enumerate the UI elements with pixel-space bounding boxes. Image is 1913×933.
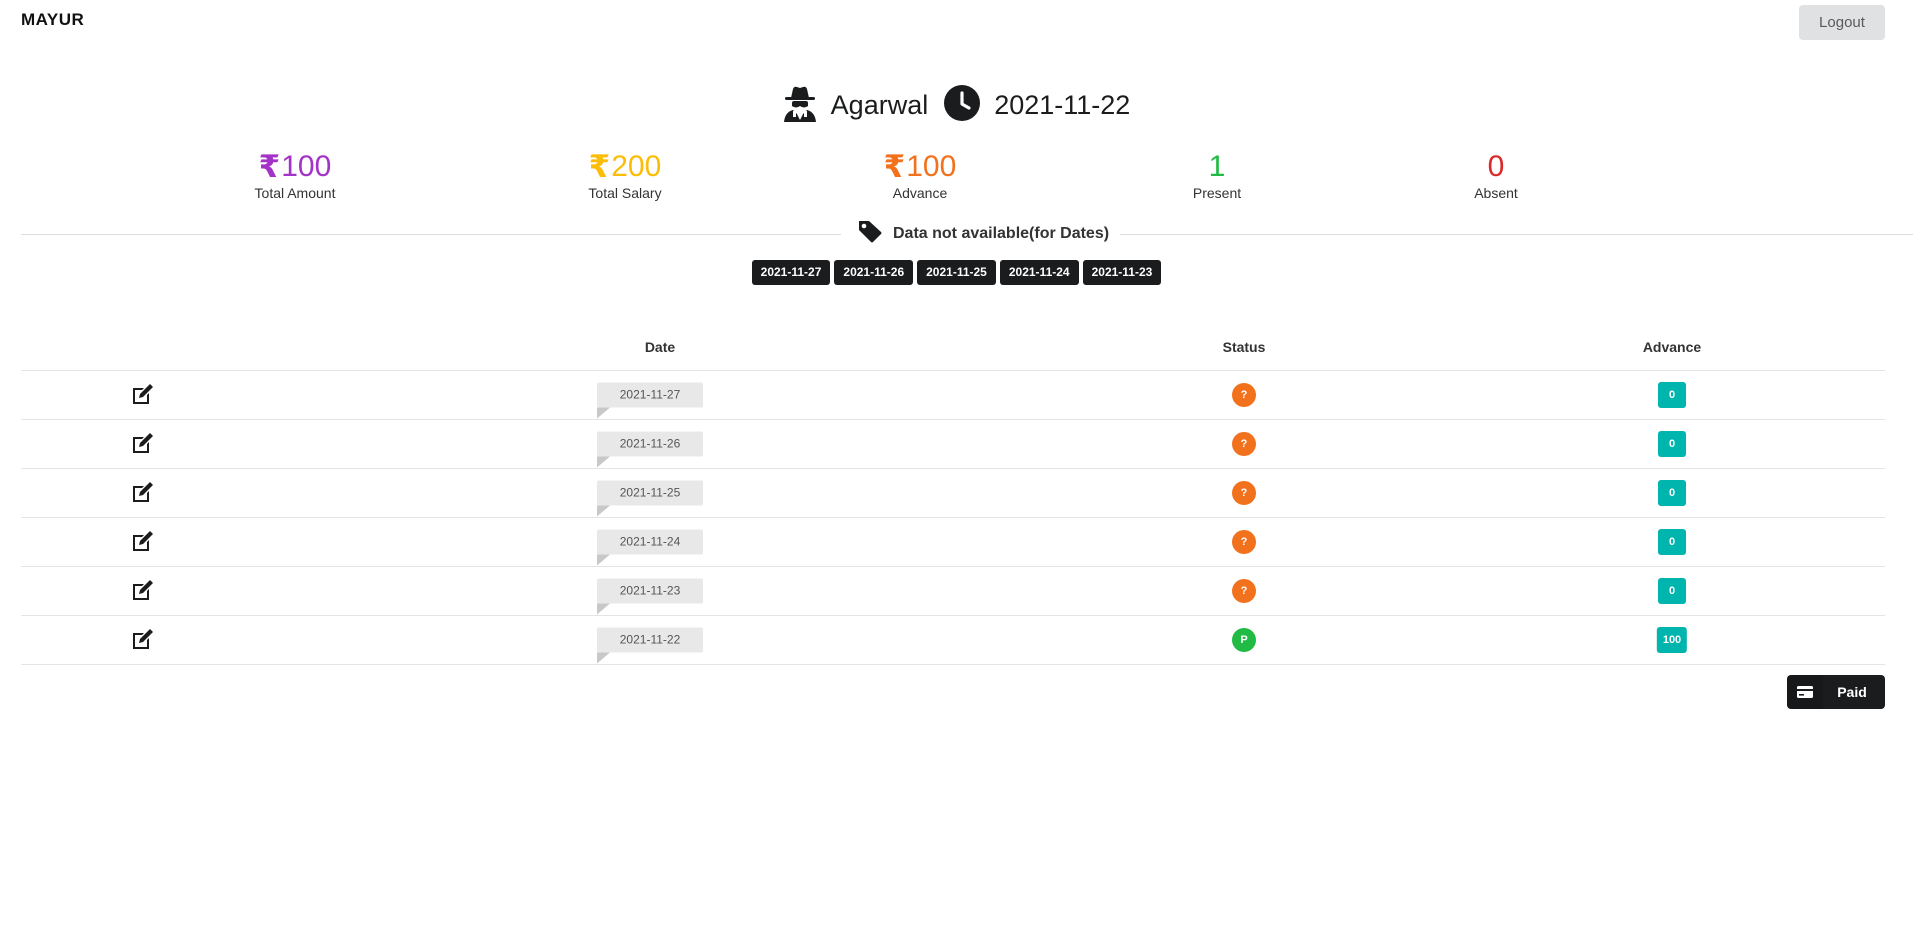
status-indicator: P <box>1232 628 1256 652</box>
edit-icon[interactable] <box>130 579 156 603</box>
stat-label: Total Salary <box>588 185 662 201</box>
table-row: 2021-11-24 ? 0 <box>21 518 1885 567</box>
spy-icon <box>783 84 817 127</box>
rupee-symbol: ₹ <box>588 149 611 184</box>
stat-total-amount: ₹100 Total Amount <box>245 149 345 202</box>
table-row: 2021-11-22 P 100 <box>21 616 1885 665</box>
brand-logo: MAYUR <box>21 10 85 29</box>
stat-value: 0 <box>1487 150 1505 183</box>
row-date-label: 2021-11-27 <box>597 382 703 419</box>
row-date-label: 2021-11-22 <box>597 627 703 664</box>
stat-label: Total Amount <box>254 185 336 201</box>
unavailable-dates-heading: Data not available(for Dates) <box>857 219 1109 248</box>
table-header: Date Status Advance <box>21 329 1885 371</box>
column-header-date: Date <box>644 339 676 355</box>
table-row: 2021-11-27 ? 0 <box>21 371 1885 420</box>
table-row: 2021-11-23 ? 0 <box>21 567 1885 616</box>
advance-badge: 0 <box>1658 480 1686 506</box>
logout-button[interactable]: Logout <box>1799 5 1885 40</box>
row-date-label: 2021-11-25 <box>597 480 703 517</box>
status-indicator: ? <box>1232 383 1256 407</box>
employee-name: Agarwal <box>830 90 929 120</box>
edit-icon[interactable] <box>130 530 156 554</box>
clock-icon <box>944 85 981 126</box>
advance-badge: 0 <box>1658 431 1686 457</box>
column-header-advance: Advance <box>1642 339 1702 355</box>
divider-line <box>1120 234 1913 235</box>
unavailable-date-tag[interactable]: 2021-11-23 <box>1082 260 1162 285</box>
rupee-symbol: ₹ <box>883 149 906 184</box>
row-date-label: 2021-11-23 <box>597 578 703 615</box>
tag-icon <box>857 219 883 248</box>
stat-advance: ₹100 Advance <box>870 149 970 202</box>
stat-value: 100 <box>906 150 957 183</box>
stat-total-salary: ₹200 Total Salary <box>575 149 675 202</box>
credit-card-icon <box>1787 675 1823 709</box>
stat-value: 100 <box>281 150 332 183</box>
table-row: 2021-11-25 ? 0 <box>21 469 1885 518</box>
attendance-table: Date Status Advance 2021-11-27 ? 0 2021-… <box>21 329 1885 665</box>
unavailable-date-tag[interactable]: 2021-11-24 <box>999 260 1079 285</box>
advance-badge: 0 <box>1658 382 1686 408</box>
rupee-symbol: ₹ <box>258 149 281 184</box>
unavailable-dates-title: Data not available(for Dates) <box>893 224 1110 242</box>
edit-icon[interactable] <box>130 628 156 652</box>
status-indicator: ? <box>1232 579 1256 603</box>
column-header-status: Status <box>1222 339 1266 355</box>
edit-icon[interactable] <box>130 432 156 456</box>
stat-label: Present <box>1192 185 1242 201</box>
stat-label: Advance <box>892 185 948 201</box>
advance-badge: 0 <box>1658 578 1686 604</box>
row-date-label: 2021-11-26 <box>597 431 703 468</box>
unavailable-date-tag[interactable]: 2021-11-27 <box>751 260 831 285</box>
stat-value: 200 <box>611 150 662 183</box>
paid-button[interactable]: Paid <box>1787 675 1885 709</box>
status-indicator: ? <box>1232 481 1256 505</box>
stat-value: 1 <box>1208 150 1226 183</box>
header-date: 2021-11-22 <box>994 90 1131 120</box>
stat-present: 1 Present <box>1167 150 1267 201</box>
status-indicator: ? <box>1232 530 1256 554</box>
edit-icon[interactable] <box>130 481 156 505</box>
stat-absent: 0 Absent <box>1446 150 1546 201</box>
unavailable-date-tag[interactable]: 2021-11-25 <box>917 260 996 285</box>
unavailable-dates-list: 2021-11-27 2021-11-26 2021-11-25 2021-11… <box>0 260 1913 285</box>
row-date-label: 2021-11-24 <box>597 529 703 566</box>
divider-line <box>21 234 841 235</box>
table-row: 2021-11-26 ? 0 <box>21 420 1885 469</box>
edit-icon[interactable] <box>130 383 156 407</box>
unavailable-date-tag[interactable]: 2021-11-26 <box>834 260 914 285</box>
stat-label: Absent <box>1474 185 1518 201</box>
employee-header: Agarwal 2021-11-22 <box>0 84 1913 127</box>
paid-label: Paid <box>1837 684 1867 700</box>
advance-badge: 100 <box>1656 627 1688 653</box>
status-indicator: ? <box>1232 432 1256 456</box>
advance-badge: 0 <box>1658 529 1686 555</box>
